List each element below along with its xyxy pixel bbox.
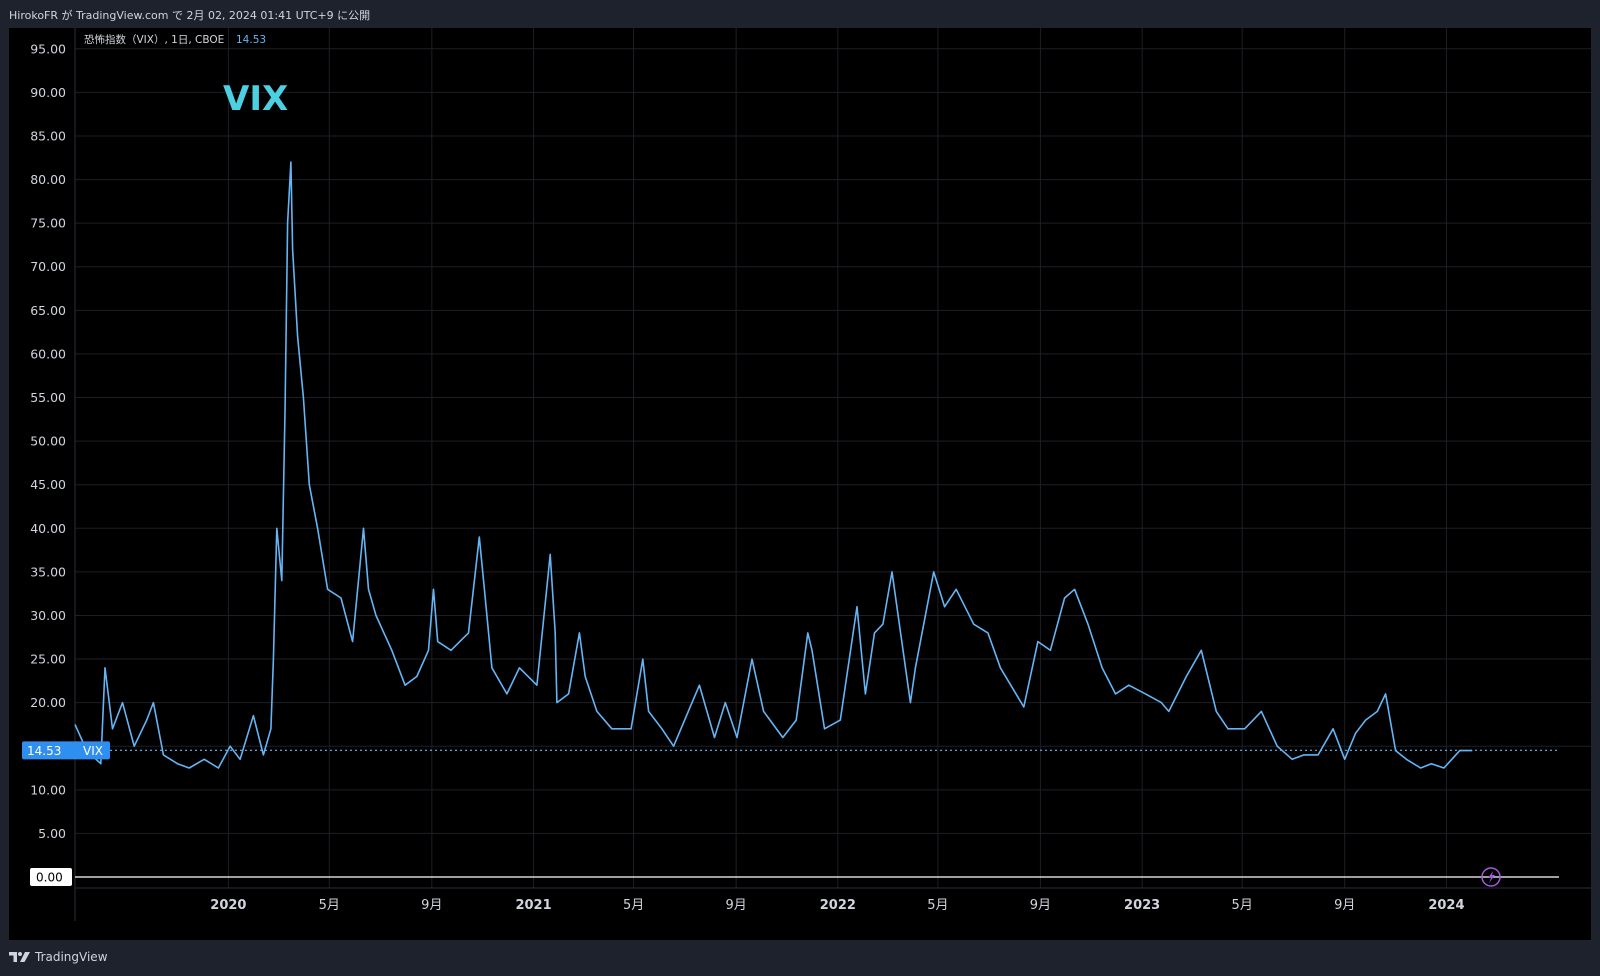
zero-tag: 0.00 [30,868,72,886]
publish-bar: HirokoFR が TradingView.com で 2月 02, 2024… [0,0,1600,28]
x-tick-label: 5月 [1232,898,1253,913]
y-tick-label: 25.00 [30,652,66,667]
x-tick-label: 9月 [1030,898,1051,913]
series-line-vix[interactable] [74,161,1473,769]
y-tick-label: 65.00 [30,303,66,318]
x-tick-label: 5月 [927,898,948,913]
y-tick-label: 70.00 [30,259,66,274]
y-tick-label: 10.00 [30,782,66,797]
chart-canvas[interactable]: 95.00 90.00 85.00 80.00 75.00 70.00 65.00 60.00… [9,28,1591,940]
x-tick-label: 9月 [421,898,442,913]
price-tag-value: 14.53 [27,744,61,758]
y-tick-label: 45.00 [30,477,66,492]
x-axis: 2020 5月 9月 2021 5月 9月 2022 5月 9月 2023 5月 9月 2024 [75,887,1591,913]
y-tick-label: 20.00 [30,695,66,710]
y-tick-label: 35.00 [30,564,66,579]
x-tick-label: 2020 [210,898,246,913]
zero-tag-value: 0.00 [36,871,63,885]
y-axis: 95.00 90.00 85.00 80.00 75.00 70.00 65.00 60.00… [30,28,76,921]
y-tick-label: 40.00 [30,521,66,536]
brand[interactable]: TradingView [9,950,108,964]
x-tick-label: 5月 [319,898,340,913]
grid [75,28,1591,888]
x-tick-label: 2023 [1124,898,1160,913]
price-tag: 14.53 VIX [22,741,110,760]
x-tick-label: 2021 [515,898,551,913]
y-tick-label: 50.00 [30,434,66,449]
x-tick-label: 2022 [820,898,856,913]
chart-pane[interactable]: 95.00 90.00 85.00 80.00 75.00 70.00 65.00 60.00… [9,28,1591,940]
legend-symbol: 恐怖指数（VIX）, 1日, CBOE [84,33,224,46]
x-tick-label: 9月 [725,898,746,913]
publish-caption: HirokoFR が TradingView.com で 2月 02, 2024… [9,9,371,22]
y-tick-label: 90.00 [30,85,66,100]
tradingview-logo-icon [9,952,30,962]
y-tick-label: 5.00 [38,826,66,841]
footer-bar: TradingView [0,940,1600,976]
y-tick-label: 85.00 [30,128,66,143]
y-tick-label: 60.00 [30,346,66,361]
x-tick-label: 5月 [623,898,644,913]
brand-name: TradingView [35,950,108,964]
annotation-vix[interactable]: VIX [223,79,288,119]
y-tick-label: 30.00 [30,608,66,623]
x-tick-label: 2024 [1428,898,1464,913]
y-tick-label: 95.00 [30,41,66,56]
y-tick-label: 80.00 [30,172,66,187]
price-tag-symbol: VIX [83,744,103,758]
y-tick-label: 75.00 [30,216,66,231]
legend-last-value: 14.53 [236,34,266,46]
y-tick-label: 55.00 [30,390,66,405]
x-tick-label: 9月 [1334,898,1355,913]
